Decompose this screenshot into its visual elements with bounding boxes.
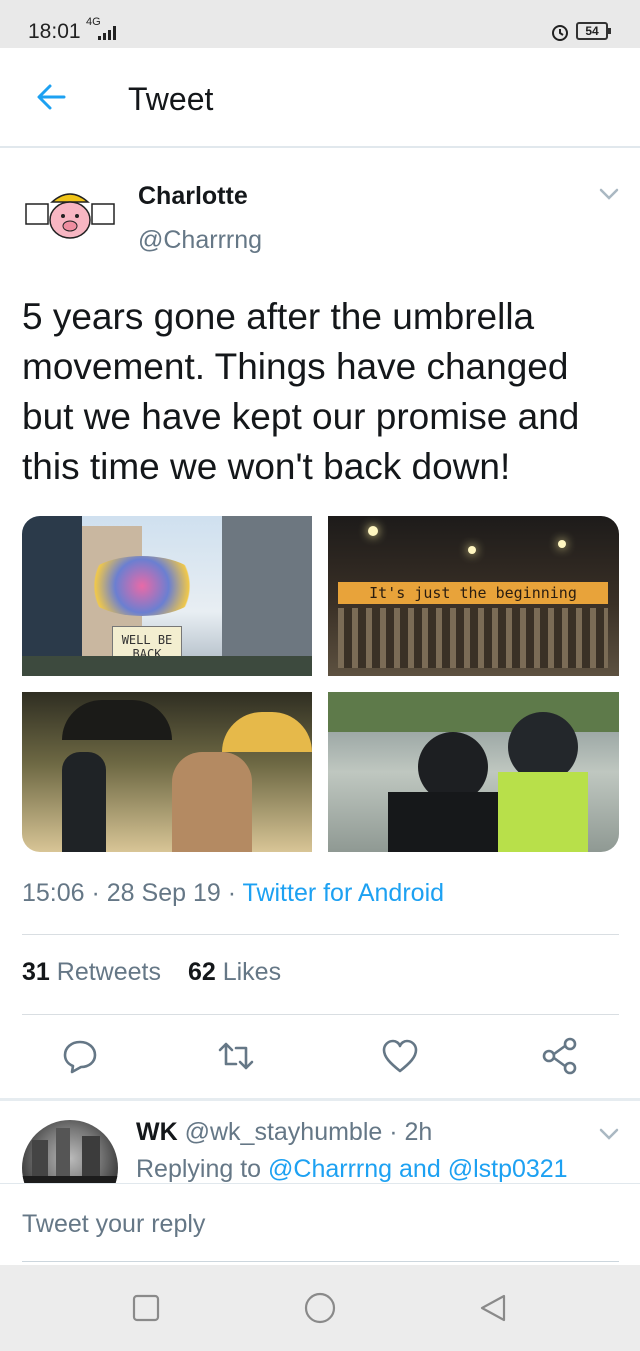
retweet-icon[interactable] [216, 1036, 256, 1076]
reply-header: WK @wk_stayhumble · 2h [136, 1118, 433, 1146]
author-handle[interactable]: @Charrrng [138, 226, 262, 255]
divider [22, 934, 619, 935]
tweet-photo-1[interactable]: WELL BE BACK [22, 516, 312, 676]
section-separator [0, 1098, 640, 1101]
replying-to: Replying to @Charrrng and @lstp0321 [136, 1155, 568, 1184]
media-grid: WELL BE BACK It's just the beginning [22, 516, 619, 852]
alarm-icon [552, 25, 568, 41]
tweet-photo-3[interactable] [22, 692, 312, 852]
replying-prefix: Replying to [136, 1155, 262, 1183]
likes-count: 62 [187, 958, 216, 986]
chevron-down-icon[interactable] [598, 1126, 620, 1142]
page-title: Tweet [128, 81, 214, 117]
tweet-stats: 31 Retweets 62 Likes [22, 958, 301, 987]
arrow-left-icon[interactable] [34, 80, 68, 114]
like-icon[interactable] [380, 1036, 420, 1076]
tweet-text: 5 years gone after the umbrella movement… [22, 296, 580, 487]
tweet-photo-4[interactable] [328, 692, 619, 852]
author-avatar[interactable] [22, 178, 118, 254]
reply-time: 2h [404, 1118, 433, 1146]
divider [22, 1014, 619, 1015]
signal-icon [98, 26, 116, 40]
battery-icon: 54 [576, 22, 611, 40]
tweet-time: 15:06 [22, 879, 85, 907]
mention-link[interactable]: @lstp0321 [448, 1155, 568, 1183]
system-nav-bar [0, 1265, 640, 1351]
reply-author-handle[interactable]: @wk_stayhumble [185, 1118, 383, 1146]
back-nav-icon[interactable] [478, 1293, 508, 1323]
banner-text: It's just the beginning [338, 582, 608, 604]
app-header: Tweet [0, 48, 640, 148]
share-icon[interactable] [540, 1036, 580, 1076]
retweets-count: 31 [22, 958, 50, 986]
likes-stat[interactable]: 62 Likes [188, 958, 281, 986]
tweet-source[interactable]: Twitter for Android [243, 879, 444, 907]
tweet-meta: 15:06 · 28 Sep 19 · Twitter for Android [22, 879, 445, 907]
retweets-stat[interactable]: 31 Retweets [22, 958, 161, 986]
tweet-photo-2[interactable]: It's just the beginning [328, 516, 619, 676]
chevron-down-icon[interactable] [598, 186, 620, 202]
recent-apps-icon[interactable] [131, 1293, 161, 1323]
reply-icon[interactable] [60, 1036, 100, 1076]
reply-author-name[interactable]: WK [136, 1118, 178, 1146]
reply-input[interactable]: Tweet your reply [22, 1210, 619, 1262]
author-name[interactable]: Charlotte [138, 182, 248, 211]
retweets-label: Retweets [56, 958, 161, 986]
tweet-date: 28 Sep 19 [106, 879, 221, 907]
home-icon[interactable] [303, 1291, 337, 1325]
compose-bar: Tweet your reply [0, 1183, 640, 1265]
mention-conjunction: and [399, 1155, 441, 1183]
status-time: 18:01 [28, 20, 81, 43]
status-bar: 18:01 4G 54 [0, 0, 640, 48]
likes-label: Likes [222, 958, 282, 986]
mention-link[interactable]: @Charrrng [268, 1155, 392, 1183]
